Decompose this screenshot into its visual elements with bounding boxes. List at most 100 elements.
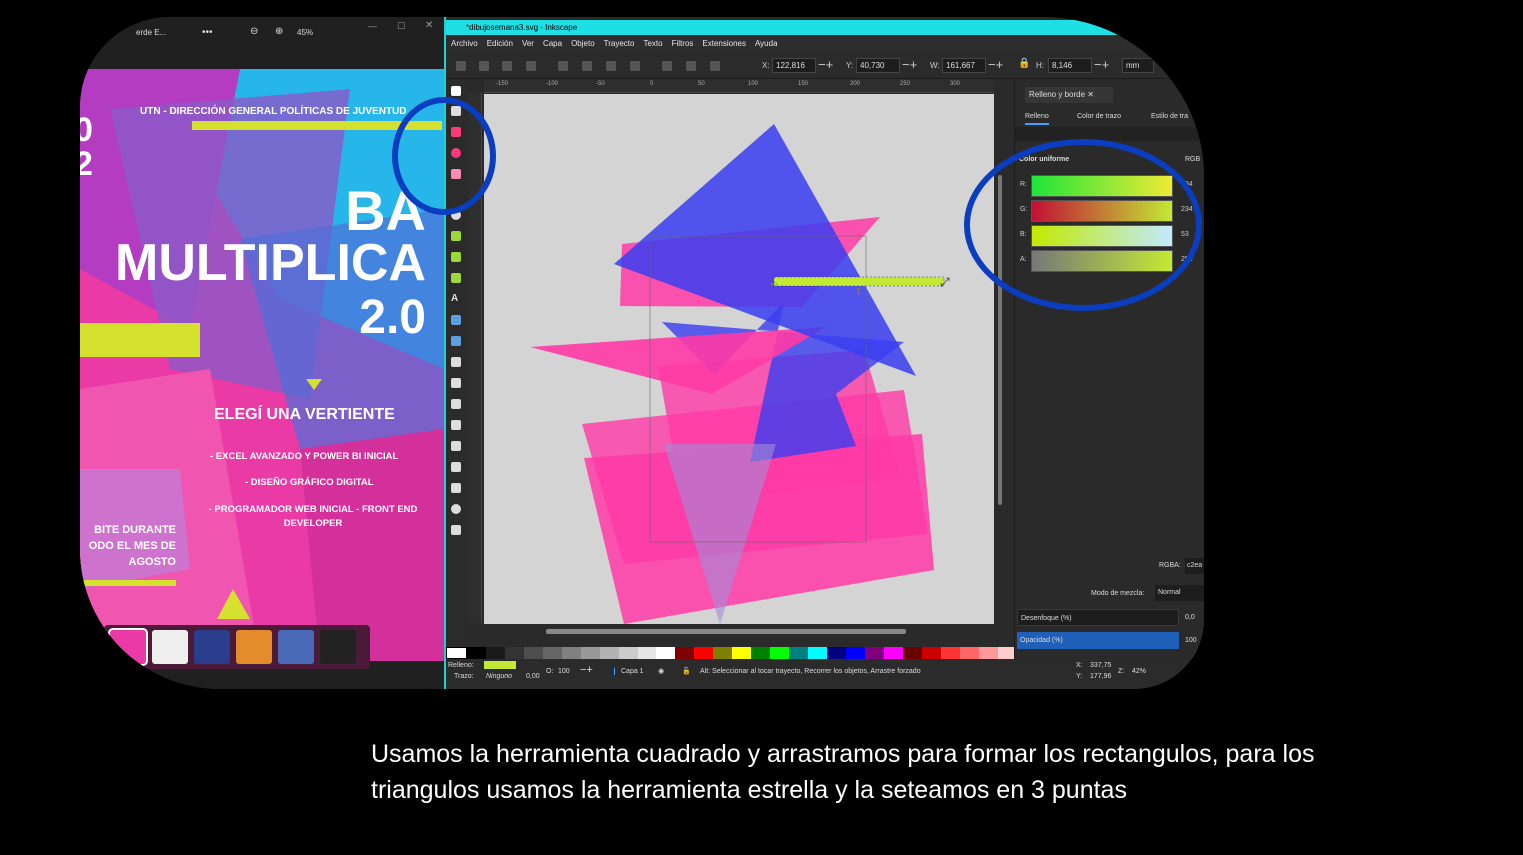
panel-tab[interactable]: Relleno y borde ✕: [1025, 87, 1113, 103]
pencil-tool-icon[interactable]: [451, 252, 461, 262]
opacity-stepper[interactable]: −+: [580, 664, 593, 676]
thumbnail[interactable]: [278, 630, 314, 664]
h-input[interactable]: 8,146: [1048, 58, 1092, 73]
paint-mode-buttons[interactable]: [1015, 127, 1204, 141]
tab-estilo-de-trazo[interactable]: Estilo de tra: [1151, 113, 1188, 120]
raise-top-icon[interactable]: [630, 61, 640, 71]
paint-bucket-tool-icon[interactable]: [451, 378, 461, 388]
menu-edicion[interactable]: Edición: [487, 39, 513, 48]
menu-ver[interactable]: Ver: [522, 39, 534, 48]
menu-trayecto[interactable]: Trayecto: [604, 39, 635, 48]
palette-swatch[interactable]: [694, 647, 714, 659]
palette-swatch[interactable]: [789, 647, 809, 659]
flip-h-icon[interactable]: [582, 61, 592, 71]
palette-swatch[interactable]: [618, 647, 638, 659]
palette-swatch[interactable]: [485, 647, 505, 659]
rgba-input[interactable]: c2ea: [1185, 558, 1204, 574]
layer-name[interactable]: Capa 1: [614, 668, 644, 675]
x-input[interactable]: 122,816: [772, 58, 816, 73]
palette-swatch[interactable]: [732, 647, 752, 659]
pen-tool-icon[interactable]: [451, 231, 461, 241]
palette-swatch[interactable]: [940, 647, 960, 659]
selector-tool-icon[interactable]: [451, 86, 461, 96]
w-stepper[interactable]: −+: [988, 57, 1003, 72]
lower-icon[interactable]: [686, 61, 696, 71]
rotate-ccw-icon[interactable]: [526, 61, 536, 71]
visibility-icon[interactable]: ◉: [658, 667, 664, 675]
blend-select[interactable]: Normal: [1155, 585, 1204, 601]
blur-value[interactable]: 0,0: [1185, 614, 1195, 621]
zoom-tool-icon[interactable]: [451, 504, 461, 514]
panel-close-icon[interactable]: ✕: [1087, 90, 1094, 99]
opacity-field[interactable]: Opacidad (%): [1017, 632, 1179, 649]
lock-icon[interactable]: 🔒: [1018, 58, 1030, 69]
flip-v-icon[interactable]: [606, 61, 616, 71]
menu-extensiones[interactable]: Extensiones: [702, 39, 746, 48]
menu-filtros[interactable]: Filtros: [672, 39, 694, 48]
layer-lock-icon[interactable]: 🔓: [682, 667, 691, 675]
palette-swatch[interactable]: [864, 647, 884, 659]
select-all-icon[interactable]: [456, 61, 466, 71]
minimize-icon[interactable]: —: [368, 21, 377, 31]
thumbnail[interactable]: [320, 630, 356, 664]
opacity-value[interactable]: 100: [558, 668, 570, 675]
menu-archivo[interactable]: Archivo: [451, 39, 478, 48]
tab-relleno[interactable]: Relleno: [1025, 113, 1049, 125]
fill-indicator[interactable]: [484, 661, 516, 669]
menu-objeto[interactable]: Objeto: [571, 39, 595, 48]
palette-swatch[interactable]: [656, 647, 676, 659]
palette-swatch[interactable]: [675, 647, 695, 659]
palette-swatch[interactable]: [542, 647, 562, 659]
y-input[interactable]: 40,730: [856, 58, 900, 73]
gradient-tool-icon[interactable]: [451, 315, 461, 325]
palette-swatch[interactable]: [921, 647, 941, 659]
palette-swatch[interactable]: [959, 647, 979, 659]
select-all-layers-icon[interactable]: [479, 61, 489, 71]
thumbnail[interactable]: [108, 628, 148, 666]
palette-swatch[interactable]: [599, 647, 619, 659]
palette-swatch[interactable]: [580, 647, 600, 659]
close-icon[interactable]: ✕: [425, 20, 433, 31]
eraser-tool-icon[interactable]: [451, 441, 461, 451]
text-tool-icon[interactable]: A: [451, 294, 461, 304]
palette-swatch[interactable]: [902, 647, 922, 659]
palette-swatch[interactable]: [637, 647, 657, 659]
thumbnail[interactable]: [152, 630, 188, 664]
opacity-value[interactable]: 100: [1185, 637, 1197, 644]
spray-tool-icon[interactable]: [451, 420, 461, 430]
zoom-value[interactable]: 42%: [1132, 668, 1146, 675]
blur-field[interactable]: Desenfoque (%): [1017, 609, 1179, 626]
horizontal-scrollbar[interactable]: [546, 629, 906, 634]
calligraphy-tool-icon[interactable]: [451, 273, 461, 283]
thumbnail[interactable]: [194, 630, 230, 664]
raise-icon[interactable]: [662, 61, 672, 71]
palette-swatch[interactable]: [846, 647, 865, 659]
tab-color-de-trazo[interactable]: Color de trazo: [1077, 113, 1121, 120]
lower-bottom-icon[interactable]: [710, 61, 720, 71]
palette-swatch[interactable]: [883, 647, 903, 659]
rotate-cw-icon[interactable]: [558, 61, 568, 71]
tweak-tool-icon[interactable]: [451, 399, 461, 409]
maximize-icon[interactable]: ☐: [397, 21, 405, 32]
connector-tool-icon[interactable]: [451, 462, 461, 472]
pages-tool-icon[interactable]: [451, 483, 461, 493]
palette-swatch[interactable]: [827, 647, 847, 659]
menu-capa[interactable]: Capa: [543, 39, 562, 48]
thumbnail[interactable]: [236, 630, 272, 664]
color-model-select[interactable]: RGB: [1185, 156, 1200, 163]
y-stepper[interactable]: −+: [902, 57, 917, 72]
more-options-icon[interactable]: •••: [202, 27, 213, 38]
unit-select[interactable]: mm: [1122, 58, 1154, 73]
palette-swatch[interactable]: [808, 647, 828, 659]
palette-swatch[interactable]: [978, 647, 998, 659]
dropper-tool-icon[interactable]: [451, 357, 461, 367]
x-stepper[interactable]: −+: [818, 57, 833, 72]
palette-swatch[interactable]: [713, 647, 733, 659]
zoom-in-icon[interactable]: ⊕: [275, 26, 283, 37]
palette-swatch[interactable]: [561, 647, 581, 659]
palette-swatch[interactable]: [504, 647, 524, 659]
palette-swatch[interactable]: [770, 647, 790, 659]
mesh-tool-icon[interactable]: [451, 336, 461, 346]
w-input[interactable]: 161,667: [942, 58, 986, 73]
palette-swatch[interactable]: [466, 647, 486, 659]
